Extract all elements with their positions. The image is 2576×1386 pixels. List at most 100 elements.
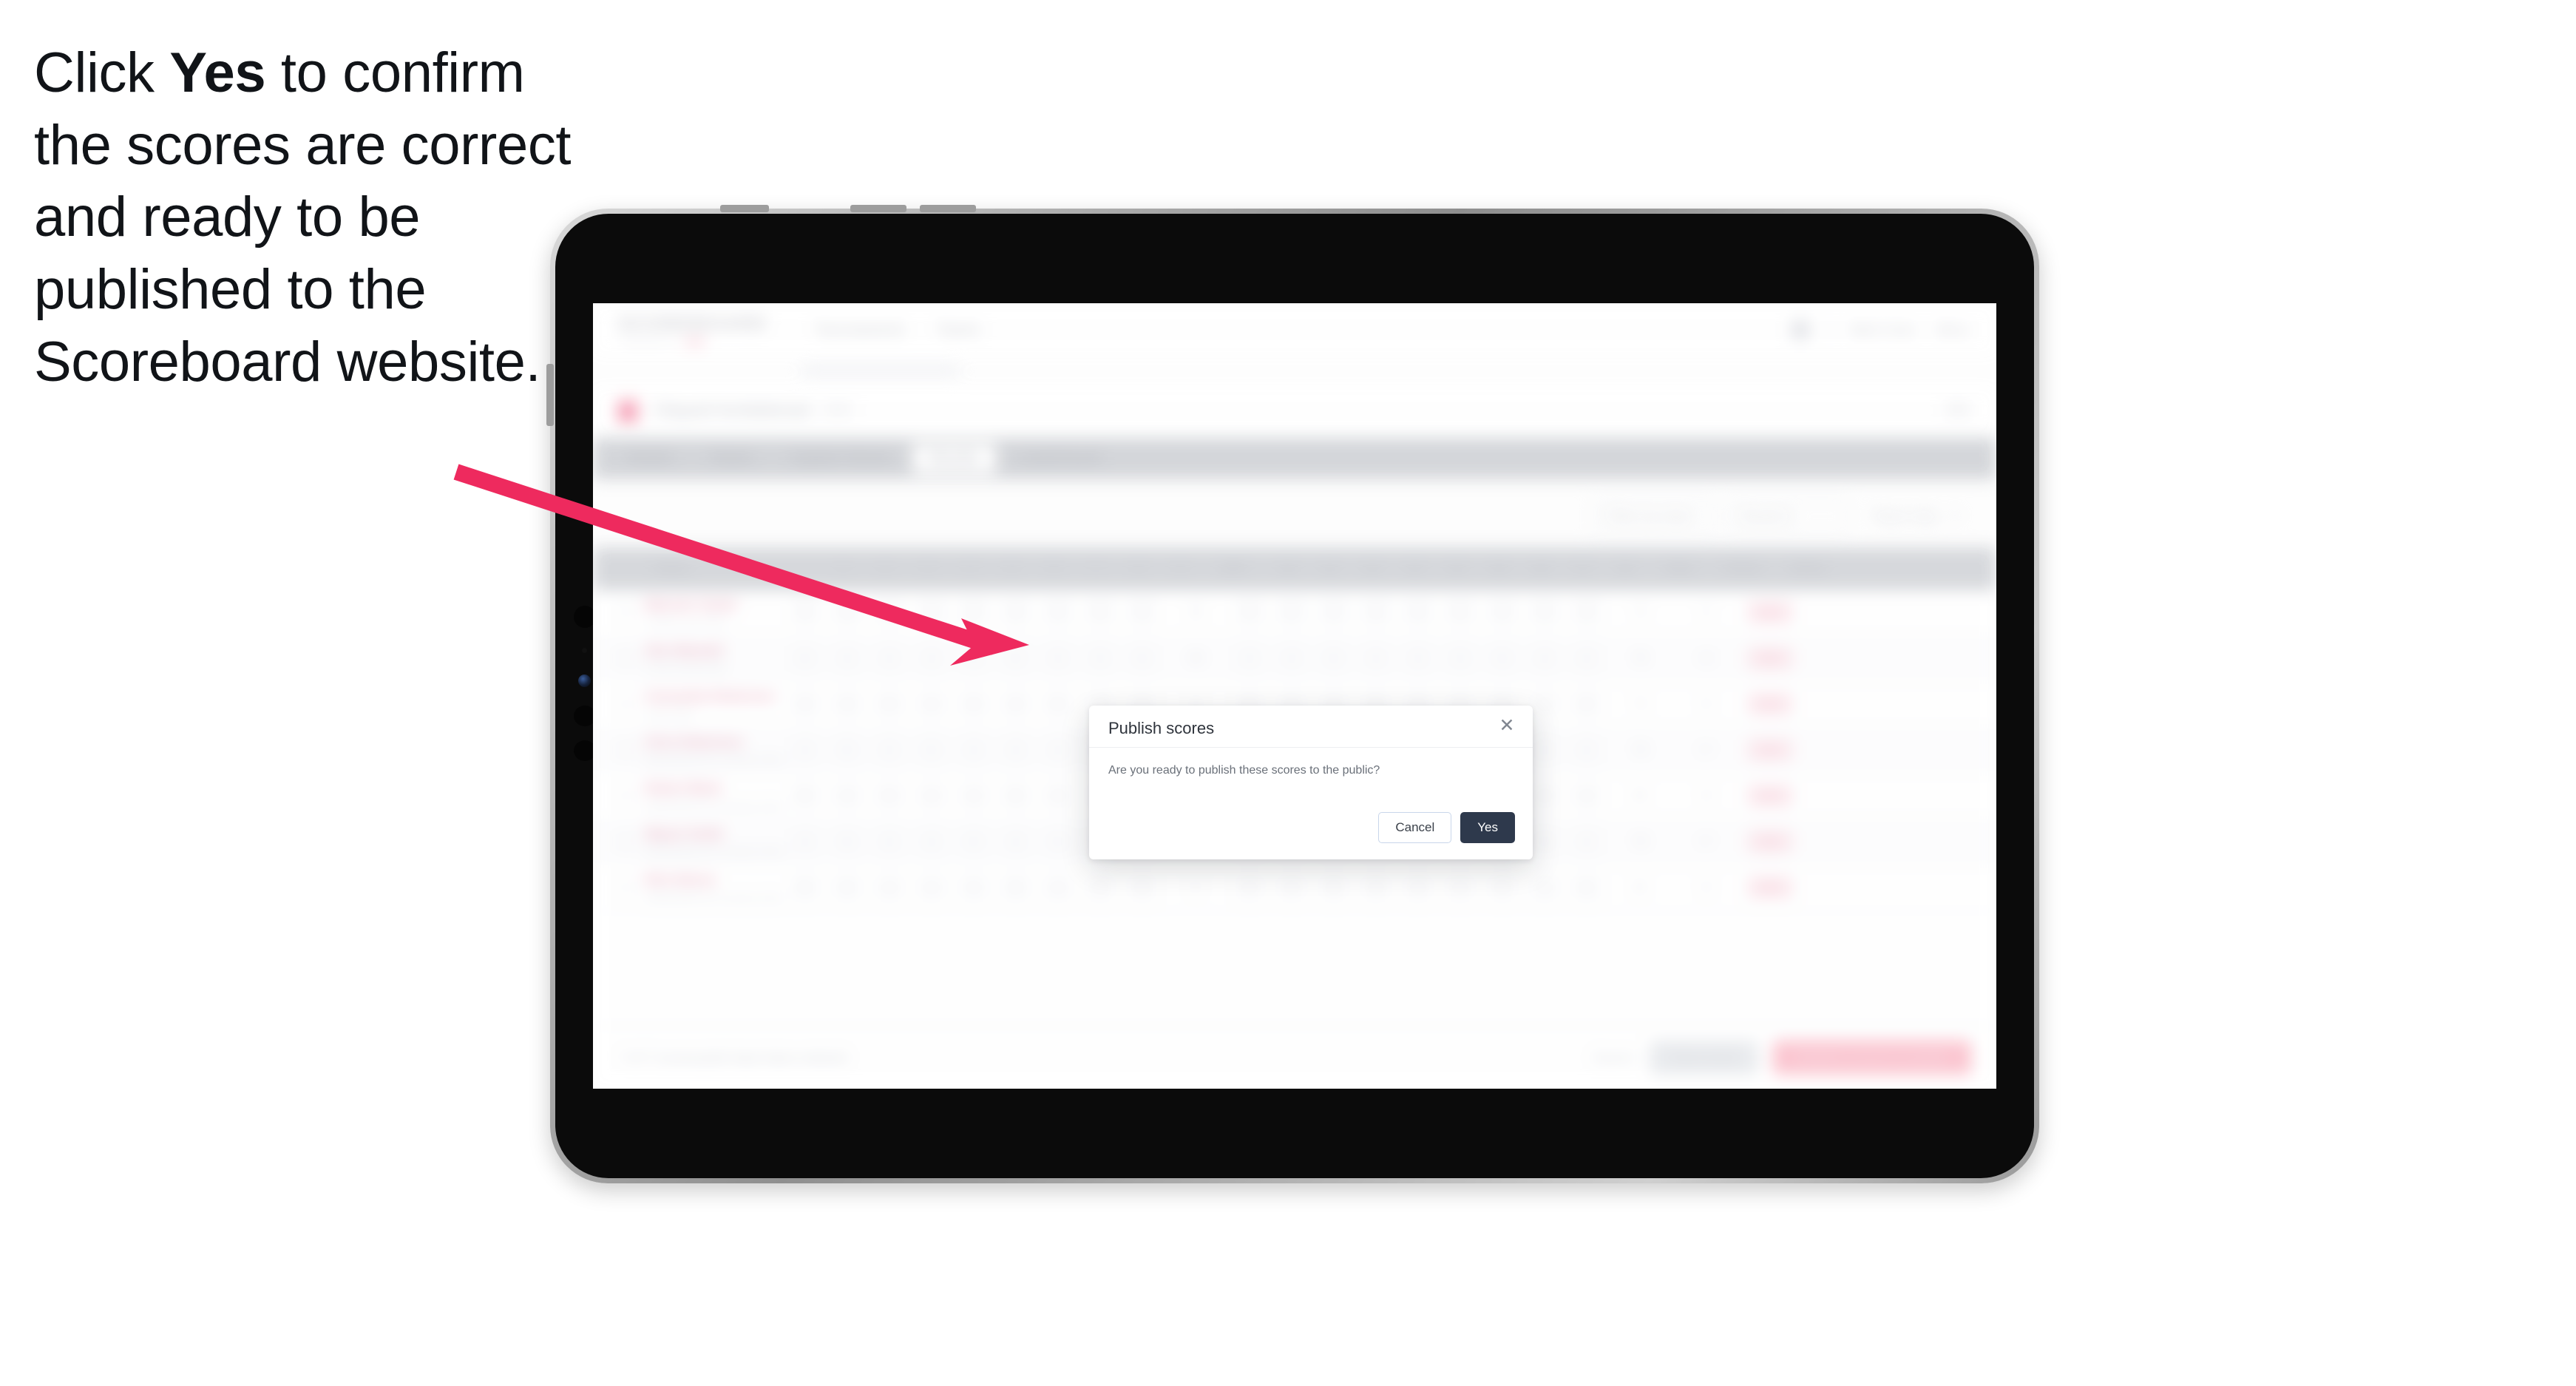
score-cell[interactable]: 4: [1397, 600, 1439, 625]
score-input[interactable]: 4: [959, 875, 988, 900]
edit-link[interactable]: Edit: [1945, 402, 1971, 419]
score-input[interactable]: 4: [917, 692, 946, 717]
score-input[interactable]: 4: [1043, 646, 1072, 671]
score-cell[interactable]: 5: [784, 646, 826, 671]
score-input[interactable]: 4: [833, 646, 861, 671]
score-input[interactable]: 4: [1085, 646, 1114, 671]
score-cell[interactable]: 5: [1565, 875, 1607, 900]
score-input[interactable]: 5: [1445, 600, 1474, 625]
score-cell[interactable]: 4: [784, 692, 826, 717]
score-cell[interactable]: 5: [952, 692, 994, 717]
row-checkbox[interactable]: [606, 834, 645, 850]
score-input[interactable]: 4: [1001, 692, 1030, 717]
bell-icon[interactable]: [1790, 320, 1810, 339]
footer-save-draft-button[interactable]: Save draft: [1649, 1041, 1758, 1075]
nav-item-teams[interactable]: Teams: [936, 322, 982, 339]
score-input[interactable]: 4: [1488, 600, 1516, 625]
row-checkbox[interactable]: [606, 788, 645, 804]
cancel-button[interactable]: Cancel: [1378, 812, 1452, 843]
score-input[interactable]: 4: [875, 829, 904, 854]
score-input[interactable]: 4: [1530, 692, 1559, 717]
score-cell[interactable]: 4: [1270, 646, 1312, 671]
score-cell[interactable]: 5: [1121, 875, 1163, 900]
score-input[interactable]: 4: [875, 737, 904, 763]
user-name[interactable]: Matt Coles: [1850, 322, 1917, 338]
score-cell[interactable]: 3: [1355, 600, 1397, 625]
row-checkbox[interactable]: [606, 650, 645, 666]
score-cell[interactable]: 5: [826, 737, 868, 763]
score-input[interactable]: 4: [1445, 646, 1474, 671]
score-cell[interactable]: 4: [1439, 646, 1481, 671]
score-cell[interactable]: 4: [1037, 875, 1079, 900]
score-cell[interactable]: 4: [784, 737, 826, 763]
score-cell[interactable]: 5: [1565, 692, 1607, 717]
score-input[interactable]: 5: [790, 783, 819, 808]
tab-leaderboard[interactable]: Leaderboard: [1000, 444, 1118, 473]
score-input[interactable]: 5: [1085, 875, 1114, 900]
score-cell[interactable]: 4: [1481, 600, 1523, 625]
score-cell[interactable]: 4: [868, 737, 910, 763]
score-input[interactable]: 5: [1001, 783, 1030, 808]
score-cell[interactable]: 5: [1439, 600, 1481, 625]
score-input[interactable]: 4: [1128, 600, 1156, 625]
score-cell[interactable]: 5: [1312, 646, 1355, 671]
score-input[interactable]: 5: [790, 875, 819, 900]
score-input[interactable]: 4: [1403, 875, 1432, 900]
score-input[interactable]: 4: [1572, 783, 1601, 808]
score-input[interactable]: 4: [917, 646, 946, 671]
row-checkbox[interactable]: [606, 879, 645, 896]
score-input[interactable]: 4: [917, 829, 946, 854]
score-input[interactable]: 5: [875, 692, 904, 717]
score-input[interactable]: 5: [1488, 646, 1516, 671]
score-input[interactable]: 4: [1530, 783, 1559, 808]
score-input[interactable]: 5: [1572, 875, 1601, 900]
score-cell[interactable]: 5: [910, 737, 952, 763]
score-input[interactable]: 5: [1319, 875, 1348, 900]
score-cell[interactable]: 5: [784, 875, 826, 900]
score-input[interactable]: 4: [1319, 600, 1348, 625]
score-input[interactable]: 5: [1319, 646, 1348, 671]
score-cell[interactable]: 4: [952, 646, 994, 671]
footer-cancel-button[interactable]: Cancel: [1591, 1050, 1635, 1066]
score-cell[interactable]: 5: [784, 783, 826, 808]
nav-item-tournaments[interactable]: Tournaments: [814, 322, 906, 339]
score-input[interactable]: 4: [1572, 600, 1601, 625]
score-cell[interactable]: 4: [826, 692, 868, 717]
score-input[interactable]: 4: [1043, 783, 1072, 808]
score-cell[interactable]: 4: [1565, 600, 1607, 625]
score-input[interactable]: 4: [1361, 875, 1390, 900]
score-cell[interactable]: 4: [826, 783, 868, 808]
score-input[interactable]: 4: [790, 600, 819, 625]
score-input[interactable]: 5: [833, 829, 861, 854]
score-input[interactable]: 5: [1128, 875, 1156, 900]
score-input[interactable]: 4: [1043, 737, 1072, 763]
score-cell[interactable]: 3: [910, 600, 952, 625]
score-input[interactable]: 3: [1361, 600, 1390, 625]
score-input[interactable]: 5: [1572, 692, 1601, 717]
score-cell[interactable]: 4: [994, 737, 1037, 763]
score-cell[interactable]: 4: [784, 600, 826, 625]
score-cell[interactable]: 5: [826, 829, 868, 854]
score-input[interactable]: 4: [1361, 646, 1390, 671]
row-checkbox[interactable]: [606, 604, 645, 621]
score-cell[interactable]: 5: [868, 692, 910, 717]
score-cell[interactable]: 4: [1037, 737, 1079, 763]
score-input[interactable]: 4: [1043, 600, 1072, 625]
score-cell[interactable]: 4: [1228, 875, 1270, 900]
score-cell[interactable]: 4: [910, 692, 952, 717]
tab-teams[interactable]: Teams: [694, 444, 770, 473]
score-cell[interactable]: 4: [1079, 646, 1121, 671]
score-cell[interactable]: 4: [1228, 600, 1270, 625]
score-input[interactable]: 5: [833, 875, 861, 900]
tab-details[interactable]: Details: [611, 444, 689, 473]
score-input[interactable]: 4: [1403, 600, 1432, 625]
score-input[interactable]: 4: [1530, 875, 1559, 900]
score-cell[interactable]: 4: [1037, 646, 1079, 671]
score-cell[interactable]: 4: [1355, 875, 1397, 900]
score-input[interactable]: 5: [1085, 600, 1114, 625]
power-button[interactable]: [720, 205, 769, 212]
score-cell[interactable]: 4: [994, 600, 1037, 625]
score-input[interactable]: 5: [833, 737, 861, 763]
score-cell[interactable]: 4: [1228, 646, 1270, 671]
score-input[interactable]: 4: [1572, 646, 1601, 671]
